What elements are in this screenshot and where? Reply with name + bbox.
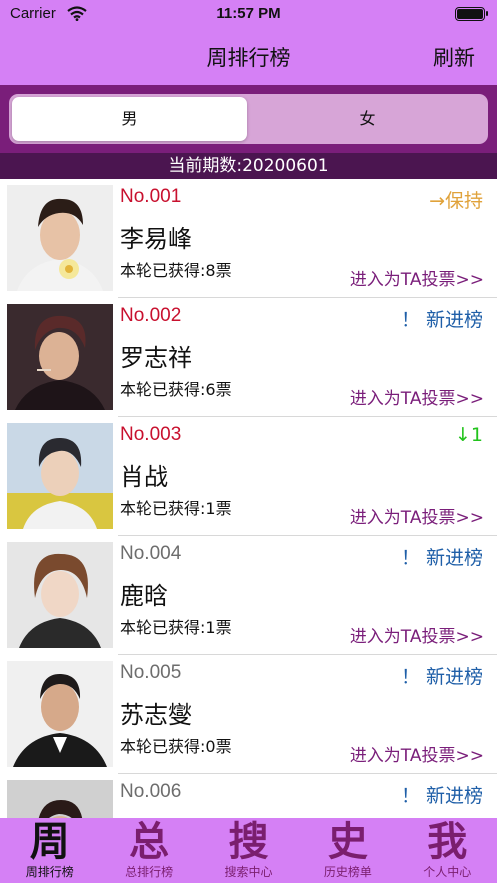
segment-male[interactable]: 男 (12, 97, 247, 141)
rank-number: No.006 (120, 781, 182, 802)
star-name: 肖战 (120, 463, 168, 491)
star-name: 鹿晗 (120, 582, 168, 610)
rank-change-status: ！ 新进榜 (400, 547, 483, 569)
rank-number: No.003 (120, 424, 182, 445)
vote-count: 本轮已获得:1票 (120, 618, 232, 637)
tab-label: 周排行榜 (25, 865, 74, 879)
tab-label: 搜索中心 (224, 865, 273, 879)
nav-bar: 周排行榜 刷新 (0, 28, 497, 85)
ranking-item[interactable]: No.001 →保持 李易峰 本轮已获得:8票 进入为TA投票>> (0, 179, 497, 298)
tab-search-center[interactable]: 搜 搜索中心 (199, 818, 298, 883)
avatar (7, 542, 113, 648)
star-name: 罗志祥 (120, 344, 192, 372)
avatar (7, 423, 113, 529)
vote-link[interactable]: 进入为TA投票>> (350, 741, 484, 766)
vote-link[interactable]: 进入为TA投票>> (350, 265, 484, 290)
vote-count: 本轮已获得:0票 (120, 737, 232, 756)
tab-personal-center[interactable]: 我 个人中心 (398, 818, 497, 883)
tab-bar: 周 周排行榜 总 总排行榜 搜 搜索中心 史 历史榜单 我 个人中心 (0, 818, 497, 883)
refresh-button[interactable]: 刷新 (433, 42, 475, 72)
current-period: 当前期数:20200601 (0, 153, 497, 179)
ranking-list[interactable]: No.001 →保持 李易峰 本轮已获得:8票 进入为TA投票>> No.002… (0, 179, 497, 818)
rank-number: No.005 (120, 662, 182, 683)
tab-history-ranking[interactable]: 史 历史榜单 (298, 818, 397, 883)
rank-change-status: ↓1 (454, 424, 483, 446)
status-bar: Carrier 11:57 PM (0, 0, 497, 28)
tab-weekly-ranking[interactable]: 周 周排行榜 (0, 818, 99, 883)
avatar (7, 304, 113, 410)
tab-label: 总排行榜 (125, 865, 174, 879)
tab-total-ranking[interactable]: 总 总排行榜 (99, 818, 198, 883)
segment-female[interactable]: 女 (250, 97, 485, 141)
tab-label: 历史榜单 (323, 865, 372, 879)
vote-count: 本轮已获得:1票 (120, 499, 232, 518)
vote-count: 本轮已获得:8票 (120, 261, 232, 280)
weekly-ranking-icon: 周 (29, 818, 70, 865)
vote-link[interactable]: 进入为TA投票>> (350, 384, 484, 409)
rank-change-status: ！ 新进榜 (400, 666, 483, 688)
page-title: 周排行榜 (206, 46, 291, 70)
personal-center-icon: 我 (427, 818, 468, 865)
ranking-item[interactable]: No.003 ↓1 肖战 本轮已获得:1票 进入为TA投票>> (0, 417, 497, 536)
rank-number: No.004 (120, 543, 182, 564)
tab-label: 个人中心 (423, 865, 472, 879)
rank-number: No.001 (120, 186, 182, 207)
star-name: 苏志燮 (120, 701, 192, 729)
vote-link[interactable]: 进入为TA投票>> (350, 622, 484, 647)
avatar (7, 780, 113, 818)
vote-count: 本轮已获得:6票 (120, 380, 232, 399)
search-center-icon: 搜 (228, 818, 269, 865)
gender-segment-container: 男 女 (0, 85, 497, 153)
star-name: 李易峰 (120, 225, 192, 253)
avatar (7, 661, 113, 767)
history-ranking-icon: 史 (327, 818, 368, 865)
ranking-item[interactable]: No.005 ！ 新进榜 苏志燮 本轮已获得:0票 进入为TA投票>> (0, 655, 497, 774)
gender-segmented-control: 男 女 (9, 94, 488, 144)
avatar (7, 185, 113, 291)
rank-change-status: →保持 (429, 190, 483, 212)
ranking-item[interactable]: No.004 ！ 新进榜 鹿晗 本轮已获得:1票 进入为TA投票>> (0, 536, 497, 655)
ranking-item[interactable]: No.002 ！ 新进榜 罗志祥 本轮已获得:6票 进入为TA投票>> (0, 298, 497, 417)
ranking-item[interactable]: No.006 ！ 新进榜 (0, 774, 497, 818)
rank-number: No.002 (120, 305, 182, 326)
battery-icon (455, 7, 488, 21)
rank-change-status: ！ 新进榜 (400, 785, 483, 807)
clock: 11:57 PM (216, 5, 281, 22)
rank-change-status: ！ 新进榜 (400, 309, 483, 331)
total-ranking-icon: 总 (129, 818, 170, 865)
vote-link[interactable]: 进入为TA投票>> (350, 503, 484, 528)
